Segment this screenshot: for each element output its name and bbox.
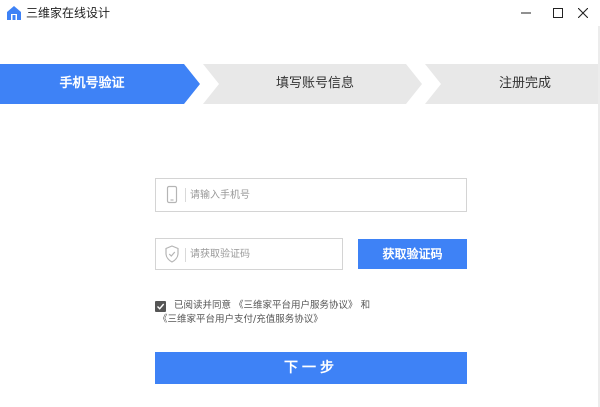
app-logo-icon	[7, 6, 21, 20]
agreement-and: 和	[360, 300, 371, 311]
agreement-text: 已阅读并同意 《三维家平台用户服务协议》 和	[174, 299, 370, 313]
close-button[interactable]	[566, 0, 600, 26]
registration-steps: 手机号验证 填写账号信息 注册完成	[0, 64, 600, 104]
agreement-checkbox[interactable]	[155, 301, 166, 312]
phone-icon	[166, 185, 178, 204]
next-step-button[interactable]: 下一步	[155, 352, 467, 384]
title-bar: 三维家在线设计	[0, 0, 600, 26]
maximize-icon	[553, 8, 563, 18]
field-divider	[185, 248, 186, 262]
field-divider	[185, 188, 186, 202]
shield-icon	[165, 245, 179, 263]
step-phone-verify: 手机号验证	[59, 76, 125, 91]
checkmark-icon	[157, 303, 165, 310]
step-complete: 注册完成	[498, 76, 551, 91]
agreement-text-line2: 《三维家平台用户支付/充值服务协议》	[158, 313, 323, 327]
code-input[interactable]	[190, 239, 340, 269]
minimize-icon	[521, 12, 531, 14]
window-title: 三维家在线设计	[26, 6, 111, 20]
user-service-agreement-link[interactable]: 《三维家平台用户服务协议》	[234, 300, 358, 311]
get-code-button[interactable]: 获取验证码	[358, 239, 467, 269]
close-icon	[578, 8, 588, 18]
agreement-prefix: 已阅读并同意	[174, 300, 232, 311]
step-account-info: 填写账号信息	[275, 76, 354, 91]
payment-agreement-link[interactable]: 《三维家平台用户支付/充值服务协议》	[158, 314, 323, 325]
phone-field[interactable]	[155, 178, 467, 212]
code-field[interactable]	[155, 238, 343, 270]
phone-input[interactable]	[190, 179, 460, 211]
